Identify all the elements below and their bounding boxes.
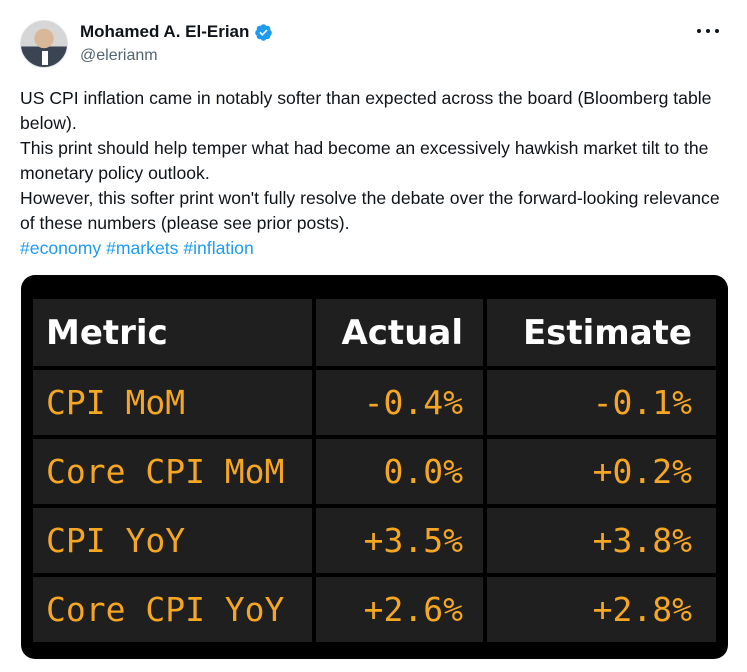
actual-cell: 0.0% — [316, 439, 483, 504]
metric-cell: CPI MoM — [33, 370, 312, 435]
table-row: Core CPI MoM 0.0% +0.2% — [33, 439, 716, 504]
dot — [697, 29, 701, 33]
tweet-paragraph: However, this softer print won't fully r… — [20, 188, 720, 233]
avatar[interactable] — [20, 20, 68, 68]
tweet-paragraph: US CPI inflation came in notably softer … — [20, 88, 712, 133]
author-handle[interactable]: @elerianm — [80, 47, 273, 65]
table-row: CPI YoY +3.5% +3.8% — [33, 508, 716, 573]
estimate-cell: -0.1% — [487, 370, 716, 435]
dot — [706, 29, 710, 33]
table-header-row: Metric Actual Estimate — [33, 299, 716, 366]
estimate-cell: +3.8% — [487, 508, 716, 573]
hashtag-link[interactable]: #inflation — [183, 238, 253, 258]
cpi-table: Metric Actual Estimate CPI MoM -0.4% -0.… — [33, 299, 716, 646]
actual-cell: +2.6% — [316, 577, 483, 642]
table-row: Core CPI YoY +2.6% +2.8% — [33, 577, 716, 642]
hashtag-link[interactable]: #markets — [106, 238, 178, 258]
metric-cell: Core CPI MoM — [33, 439, 312, 504]
metric-cell: Core CPI YoY — [33, 577, 312, 642]
author-name[interactable]: Mohamed A. El-Erian — [80, 22, 249, 42]
name-row: Mohamed A. El-Erian — [80, 20, 273, 44]
more-options-icon[interactable] — [697, 22, 719, 40]
header-estimate: Estimate — [487, 299, 716, 366]
actual-cell: -0.4% — [316, 370, 483, 435]
actual-cell: +3.5% — [316, 508, 483, 573]
hashtag-link[interactable]: #economy — [20, 238, 101, 258]
tweet-header: Mohamed A. El-Erian @elerianm — [80, 20, 273, 65]
table-row: CPI MoM -0.4% -0.1% — [33, 370, 716, 435]
attached-image[interactable]: Metric Actual Estimate CPI MoM -0.4% -0.… — [21, 275, 728, 659]
metric-cell: CPI YoY — [33, 508, 312, 573]
estimate-cell: +2.8% — [487, 577, 716, 642]
header-metric: Metric — [33, 299, 312, 366]
hashtags: #economy #markets #inflation — [20, 236, 735, 261]
verified-badge-icon — [255, 23, 273, 41]
header-actual: Actual — [316, 299, 483, 366]
tweet-paragraph: This print should help temper what had b… — [20, 138, 709, 183]
estimate-cell: +0.2% — [487, 439, 716, 504]
dot — [715, 29, 719, 33]
tweet-text: US CPI inflation came in notably softer … — [20, 86, 735, 261]
